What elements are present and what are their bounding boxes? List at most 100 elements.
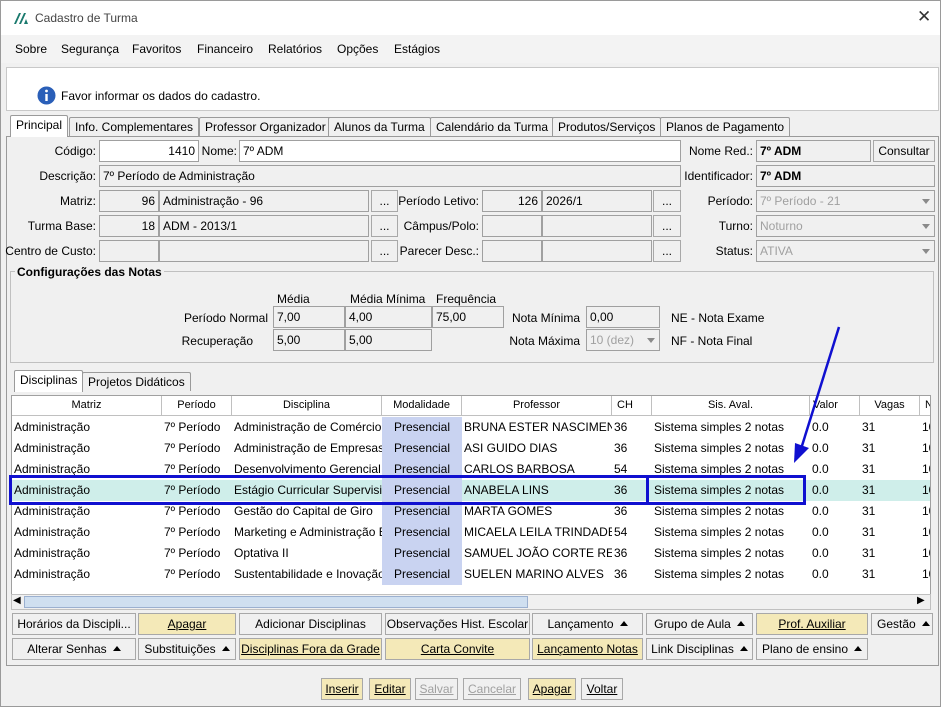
salvar-button[interactable]: Salvar [415, 678, 458, 700]
tab-principal[interactable]: Principal [10, 115, 69, 137]
menu-estagios[interactable]: Estágios [394, 42, 440, 56]
consultar-button[interactable]: Consultar [873, 140, 935, 162]
col-header-periodo[interactable]: Período [162, 396, 232, 416]
adicionar-disciplinas-button[interactable]: Adicionar Disciplinas [239, 613, 382, 635]
tab-planos-de-pagamento[interactable]: Planos de Pagamento [660, 117, 791, 136]
tab-alunos-da-turma[interactable]: Alunos da Turma [328, 117, 431, 136]
lancamento-button[interactable]: Lançamento [532, 613, 643, 635]
editar-label: Editar [374, 682, 406, 696]
parecer-code-field[interactable] [482, 240, 542, 262]
table-row[interactable]: Administração 7º Período Gestão do Capital… [12, 501, 930, 522]
turma-base-lookup-button[interactable]: ... [371, 215, 398, 237]
identificador-field[interactable]: 7º ADM [756, 165, 935, 187]
turma-base-code-field[interactable]: 18 [99, 215, 159, 237]
table-row[interactable]: Administração 7º Período Optativa II Presen… [12, 543, 930, 564]
lancamento-notas-button[interactable]: Lançamento Notas [532, 638, 643, 660]
campus-code-field[interactable] [482, 215, 542, 237]
voltar-button[interactable]: Voltar [581, 678, 623, 700]
nome-red-field[interactable]: 7º ADM [756, 140, 871, 162]
subtab-projetos-didaticos[interactable]: Projetos Didáticos [82, 372, 191, 391]
descricao-field[interactable]: 7º Período de Administração [99, 165, 681, 187]
nota-maxima-value: 10 (dez) [590, 333, 635, 347]
campus-name-field[interactable] [542, 215, 652, 237]
cell-n: 10 [922, 567, 930, 581]
grupo-de-aula-button[interactable]: Grupo de Aula [646, 613, 753, 635]
parecer-lookup-button[interactable]: ... [653, 240, 681, 262]
col-header-ch[interactable]: CH [612, 396, 652, 416]
menu-favoritos[interactable]: Favoritos [132, 42, 181, 56]
col-header-modalidade[interactable]: Modalidade [382, 396, 462, 416]
nota-minima-field[interactable]: 0,00 [586, 306, 660, 328]
carta-convite-button[interactable]: Carta Convite [385, 638, 530, 660]
prof-auxiliar-button[interactable]: Prof. Auxiliar [756, 613, 868, 635]
nota-maxima-select[interactable]: 10 (dez) [586, 329, 660, 351]
rec-media-minima-field[interactable]: 5,00 [345, 329, 432, 351]
centro-custo-code-field[interactable] [99, 240, 159, 262]
nome-field[interactable]: 7º ADM [239, 140, 681, 162]
substituicoes-button[interactable]: Substituições [138, 638, 236, 660]
table-row[interactable]: Administração 7º Período Estágio Curricula… [12, 480, 930, 501]
scroll-left-icon[interactable]: ◀ [13, 595, 21, 606]
matriz-lookup-button[interactable]: ... [371, 190, 398, 212]
pn-media-minima-field[interactable]: 4,00 [345, 306, 432, 328]
campus-lookup-button[interactable]: ... [653, 215, 681, 237]
table-hscrollbar[interactable]: ◀ ▶ [11, 594, 931, 610]
substituicoes-label: Substituições [144, 642, 216, 656]
apagar-button[interactable]: Apagar [528, 678, 576, 700]
plano-de-ensino-button[interactable]: Plano de ensino [756, 638, 868, 660]
cancelar-button[interactable]: Cancelar [463, 678, 521, 700]
tab-professor-organizador[interactable]: Professor Organizador [199, 117, 332, 136]
disciplinas-fora-da-grade-button[interactable]: Disciplinas Fora da Grade [239, 638, 382, 660]
menu-relatorios[interactable]: Relatórios [268, 42, 322, 56]
scrollbar-thumb[interactable] [24, 596, 528, 608]
col-header-matriz[interactable]: Matriz [12, 396, 162, 416]
menu-opcoes[interactable]: Opções [337, 42, 378, 56]
menu-seguranca[interactable]: Segurança [61, 42, 119, 56]
cell-professor: MARTA GOMES [464, 504, 553, 518]
apagar-disciplina-button[interactable]: Apagar [138, 613, 236, 635]
col-header-professor[interactable]: Professor [462, 396, 612, 416]
close-icon[interactable]: ✕ [917, 7, 931, 27]
scroll-right-icon[interactable]: ▶ [917, 595, 925, 606]
col-frequencia-label: Frequência [436, 292, 497, 306]
col-header-n[interactable]: N [920, 396, 930, 416]
status-select[interactable]: ATIVA [756, 240, 935, 262]
tab-produtos-servicos[interactable]: Produtos/Serviços [552, 117, 662, 136]
col-header-vagas[interactable]: Vagas [860, 396, 920, 416]
col-header-disciplina[interactable]: Disciplina [232, 396, 382, 416]
periodo-label: Período: [707, 194, 753, 208]
periodo-letivo-code-field[interactable]: 126 [482, 190, 542, 212]
table-row[interactable]: Administração 7º Período Sustentabilidade … [12, 564, 930, 585]
cell-periodo: 7º Período [164, 441, 221, 455]
turma-base-name-field[interactable]: ADM - 2013/1 [159, 215, 369, 237]
turno-select[interactable]: Noturno [756, 215, 935, 237]
matriz-code-field[interactable]: 96 [99, 190, 159, 212]
tab-calendario-da-turma[interactable]: Calendário da Turma [430, 117, 555, 136]
link-disciplinas-button[interactable]: Link Disciplinas [646, 638, 753, 660]
menu-financeiro[interactable]: Financeiro [197, 42, 253, 56]
centro-custo-lookup-button[interactable]: ... [371, 240, 398, 262]
identificador-label: Identificador: [684, 169, 753, 183]
periodo-letivo-name-field[interactable]: 2026/1 [542, 190, 652, 212]
periodo-select[interactable]: 7º Período - 21 [756, 190, 935, 212]
chevron-down-icon [647, 338, 655, 343]
horarios-disciplina-button[interactable]: Horários da Discipli... [12, 613, 136, 635]
centro-custo-name-field[interactable] [159, 240, 369, 262]
matriz-name-field[interactable]: Administração - 96 [159, 190, 369, 212]
parecer-name-field[interactable] [542, 240, 652, 262]
codigo-field[interactable]: 1410 [99, 140, 199, 162]
pn-media-field[interactable]: 7,00 [273, 306, 345, 328]
gestao-button[interactable]: Gestão [871, 613, 933, 635]
editar-button[interactable]: Editar [369, 678, 411, 700]
tab-info-complementares[interactable]: Info. Complementares [69, 117, 200, 136]
rec-media-field[interactable]: 5,00 [273, 329, 345, 351]
subtab-disciplinas[interactable]: Disciplinas [14, 370, 84, 392]
alterar-senhas-button[interactable]: Alterar Senhas [12, 638, 136, 660]
cell-sis-aval: Sistema simples 2 notas [654, 504, 785, 518]
table-row[interactable]: Administração 7º Período Marketing e Admin… [12, 522, 930, 543]
observacoes-hist-escolar-button[interactable]: Observações Hist. Escolar [385, 613, 530, 635]
menu-sobre[interactable]: Sobre [15, 42, 47, 56]
periodo-letivo-lookup-button[interactable]: ... [653, 190, 681, 212]
pn-frequencia-field[interactable]: 75,00 [432, 306, 504, 328]
inserir-button[interactable]: Inserir [321, 678, 363, 700]
